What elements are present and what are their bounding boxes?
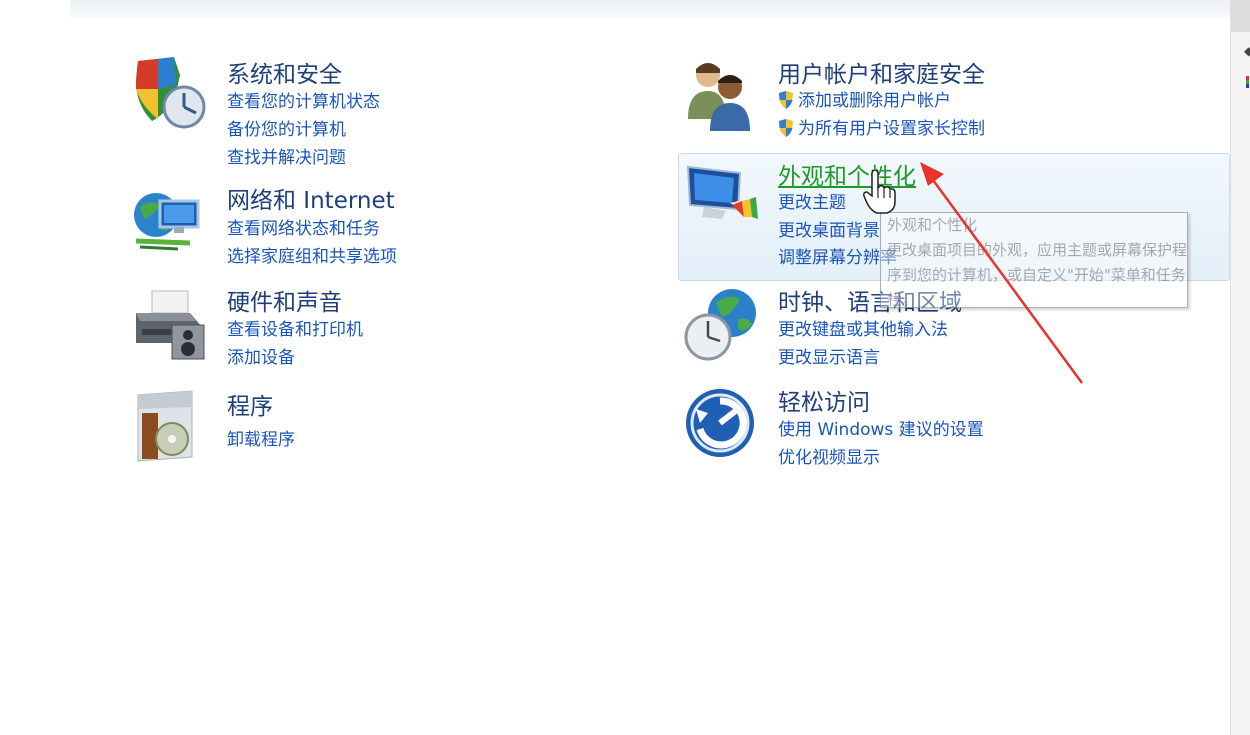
link-uninstall-program[interactable]: 卸载程序: [227, 425, 295, 450]
category-title-system-security[interactable]: 系统和安全: [227, 55, 342, 89]
hand-cursor-icon: [863, 170, 896, 214]
link-add-remove-accounts[interactable]: 添加或删除用户帐户: [778, 86, 951, 111]
link-display-language[interactable]: 更改显示语言: [778, 343, 880, 368]
window-header-strip: [70, 0, 1230, 18]
globe-network-icon[interactable]: [130, 181, 210, 261]
category-title-hardware-sound[interactable]: 硬件和声音: [227, 283, 342, 317]
category-title-network[interactable]: 网络和 Internet: [227, 181, 395, 215]
link-add-device[interactable]: 添加设备: [227, 343, 295, 368]
edge-arrow-icon: ◆: [1244, 44, 1250, 58]
link-devices-printers[interactable]: 查看设备和打印机: [227, 315, 363, 340]
link-change-keyboard[interactable]: 更改键盘或其他输入法: [778, 315, 948, 340]
link-add-remove-accounts-label: 添加或删除用户帐户: [798, 91, 951, 111]
category-user-accounts: 用户帐户和家庭安全 添加或删除用户帐户 为所有用户设置家长控制: [682, 55, 1102, 145]
link-change-background[interactable]: 更改桌面背景: [778, 216, 880, 241]
link-troubleshoot[interactable]: 查找并解决问题: [227, 143, 346, 168]
link-parental-controls[interactable]: 为所有用户设置家长控制: [778, 114, 985, 139]
category-title-ease-access[interactable]: 轻松访问: [778, 383, 870, 417]
edge-color-icon: [1246, 76, 1249, 88]
link-homegroup[interactable]: 选择家庭组和共享选项: [227, 242, 397, 267]
clock-globe-icon[interactable]: [682, 283, 762, 363]
tooltip-body: 更改桌面项目的外观，应用主题或屏幕保护程序到您的计算机，或自定义"开始"菜单和任…: [887, 241, 1188, 309]
link-backup-computer[interactable]: 备份您的计算机: [227, 115, 346, 140]
program-box-icon[interactable]: [130, 387, 210, 467]
printer-icon[interactable]: [130, 283, 210, 363]
vertical-scrollbar[interactable]: ◆: [1230, 0, 1250, 735]
category-title-user-accounts[interactable]: 用户帐户和家庭安全: [778, 55, 985, 89]
link-parental-controls-label: 为所有用户设置家长控制: [798, 119, 985, 139]
category-system-security: 系统和安全 查看您的计算机状态 备份您的计算机 查找并解决问题: [130, 55, 550, 175]
appearance-tooltip: 外观和个性化 更改桌面项目的外观，应用主题或屏幕保护程序到您的计算机，或自定义"…: [880, 212, 1188, 309]
link-change-theme[interactable]: 更改主题: [778, 188, 846, 213]
ease-of-access-icon[interactable]: [682, 383, 762, 463]
monitor-palette-icon[interactable]: [682, 157, 762, 237]
uac-shield-icon: [779, 119, 793, 137]
tooltip-title: 外观和个性化: [887, 216, 978, 234]
scrollbar-thumb[interactable]: [1231, 0, 1250, 32]
category-network: 网络和 Internet 查看网络状态和任务 选择家庭组和共享选项: [130, 181, 550, 271]
category-hardware-sound: 硬件和声音 查看设备和打印机 添加设备: [130, 283, 550, 373]
uac-shield-icon: [779, 91, 793, 109]
shield-clock-icon[interactable]: [130, 55, 210, 135]
link-view-computer-status[interactable]: 查看您的计算机状态: [227, 87, 380, 112]
link-windows-suggested-settings[interactable]: 使用 Windows 建议的设置: [778, 415, 984, 440]
category-programs: 程序 卸载程序: [130, 387, 550, 467]
category-ease-access: 轻松访问 使用 Windows 建议的设置 优化视频显示: [682, 383, 1102, 473]
link-network-status[interactable]: 查看网络状态和任务: [227, 214, 380, 239]
users-icon[interactable]: [682, 55, 762, 135]
link-optimize-display[interactable]: 优化视频显示: [778, 443, 880, 468]
category-title-programs[interactable]: 程序: [227, 387, 273, 421]
